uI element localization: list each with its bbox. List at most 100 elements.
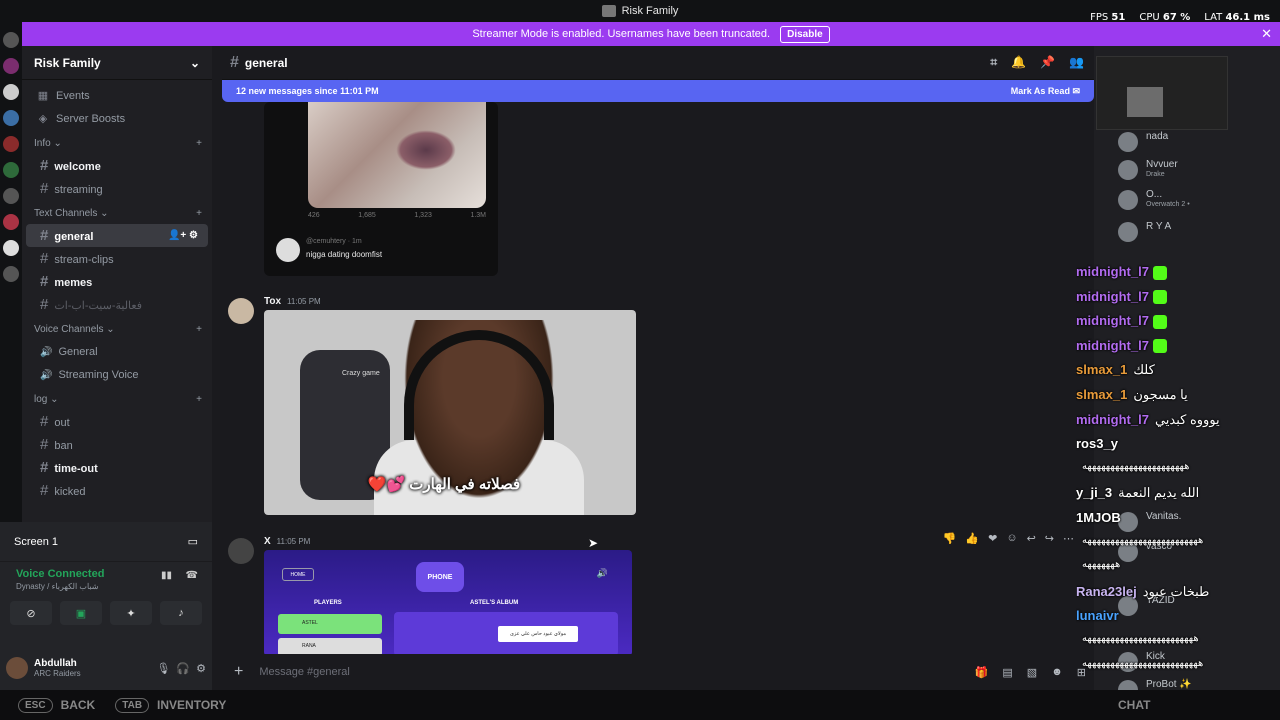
bell-icon[interactable]: 🔔 — [1011, 55, 1026, 70]
stream-chat-line: ههههههههههههههههههههههه — [1076, 461, 1280, 486]
member-item[interactable]: O... Overwatch 2 • — [1118, 186, 1278, 214]
members-icon[interactable]: 👥 — [1069, 55, 1084, 70]
category-voice-channels[interactable]: Voice Channels ⌄ + — [22, 316, 212, 340]
message-author[interactable]: Tox 11:05 PM — [264, 296, 321, 307]
avatar[interactable] — [228, 298, 254, 324]
category-text-channels[interactable]: Text Channels ⌄ + — [22, 200, 212, 224]
reply-icon[interactable]: ↩ — [1027, 532, 1036, 545]
image-attachment[interactable]: HOME PHONE 🔊 PLAYERS ASTEL'S ALBUM ASTEL… — [264, 550, 632, 654]
headphones-icon[interactable]: 🎧 — [176, 662, 190, 675]
sidebar-channel[interactable]: # kicked — [26, 479, 208, 502]
server-header[interactable]: Risk Family ⌄ — [22, 46, 212, 80]
server-icon[interactable] — [3, 188, 19, 204]
sidebar-channel[interactable]: # ban — [26, 433, 208, 456]
sidebar-channel[interactable]: 🔊 General — [26, 340, 208, 363]
sidebar-channel[interactable]: # general 👤+ ⚙ — [26, 224, 208, 247]
sidebar-channel[interactable]: # streaming — [26, 177, 208, 200]
avatar — [1118, 190, 1138, 210]
avatar[interactable] — [228, 538, 254, 564]
sidebar-channel[interactable]: # memes — [26, 270, 208, 293]
sidebar-channel[interactable]: # فعالية-سيت-اب-ات — [26, 293, 208, 316]
sidebar-channel[interactable]: 🔊 Streaming Voice — [26, 363, 208, 386]
hash-icon: # — [40, 296, 49, 313]
forward-icon[interactable]: ↪ — [1045, 532, 1054, 545]
pin-icon[interactable]: 📌 — [1040, 55, 1055, 70]
game-hud: ESC BACK TAB INVENTORY CHAT — [0, 690, 1280, 720]
stream-chat-line: slmax_1 كلك — [1076, 362, 1280, 387]
server-icon[interactable] — [3, 240, 19, 256]
back-label: BACK — [60, 698, 96, 712]
close-icon[interactable]: ✕ — [1261, 26, 1272, 42]
plus-icon[interactable]: + — [234, 663, 243, 681]
tweet-embed[interactable]: 426 1,685 1,323 1.3M @cemuhtery · 1m nig… — [264, 102, 498, 276]
new-messages-bar[interactable]: 12 new messages since 11:01 PM Mark As R… — [222, 80, 1094, 102]
sidebar-channel[interactable]: # time-out — [26, 456, 208, 479]
sidebar-channel[interactable]: # stream-clips — [26, 247, 208, 270]
voice-channel-sub[interactable]: Dynasty / شباب الكهرباء — [16, 582, 196, 591]
emoji-icon[interactable]: ☻ — [1051, 666, 1063, 679]
video-attachment[interactable]: Crazy game فصلاته في الهارت 💕❤️ — [264, 310, 636, 515]
chat-username: lunaivr — [1076, 608, 1119, 624]
sticker-icon[interactable]: ▧ — [1027, 666, 1037, 679]
camera-off-button[interactable]: ⊘ — [10, 601, 52, 625]
gif-icon[interactable]: ▤ — [1002, 666, 1012, 679]
mark-as-read-button[interactable]: Mark As Read ✉ — [1011, 86, 1080, 97]
threads-icon[interactable]: ⌗ — [990, 55, 997, 70]
gear-icon[interactable]: ⚙ — [196, 662, 206, 675]
category-info[interactable]: Info ⌄ + — [22, 130, 212, 154]
server-icon[interactable] — [3, 266, 19, 282]
server-icon[interactable] — [3, 162, 19, 178]
message-author[interactable]: X 11:05 PM — [264, 536, 310, 547]
disable-streamer-mode-button[interactable]: Disable — [780, 25, 830, 43]
author-name[interactable]: Tox — [264, 296, 281, 307]
thumbs-up-icon[interactable]: 👍 — [965, 532, 979, 545]
gear-icon[interactable]: ⚙ — [189, 230, 198, 241]
activities-button[interactable]: ✦ — [110, 601, 152, 625]
chat-message: الله يديم النعمة — [1118, 485, 1200, 501]
server-icon[interactable] — [3, 32, 19, 48]
microphone-icon[interactable]: 🎙 — [156, 662, 170, 675]
disconnect-icon[interactable]: ☎ — [186, 570, 198, 581]
server-icon[interactable] — [3, 214, 19, 230]
mark-as-read-label: Mark As Read — [1010, 85, 1070, 96]
member-item[interactable]: Nvvuer Drake — [1118, 156, 1278, 184]
signal-icon[interactable]: ▮▮ — [161, 570, 172, 581]
picture-in-picture[interactable] — [1096, 56, 1228, 130]
stream-chat-line: Rana23lej طبخات عبود — [1076, 584, 1280, 609]
member-item[interactable]: R Y A — [1118, 218, 1278, 246]
server-icon[interactable] — [3, 58, 19, 74]
stream-chat-line: ros3_y — [1076, 436, 1280, 461]
add-reaction-icon[interactable]: ☺ — [1006, 532, 1017, 545]
category-log[interactable]: log ⌄ + — [22, 386, 212, 410]
plus-icon[interactable]: + — [196, 208, 202, 219]
server-icon[interactable] — [3, 136, 19, 152]
user-panel: Screen 1 ▭ Voice Connected Dynasty / شبا… — [0, 522, 212, 690]
screen-share-row[interactable]: Screen 1 ▭ — [0, 522, 212, 562]
plus-icon[interactable]: + — [196, 324, 202, 335]
screen-share-icon[interactable]: ▭ — [188, 535, 198, 548]
channel-name: فعالية-سيت-اب-ات — [54, 300, 142, 312]
plus-icon[interactable]: + — [196, 394, 202, 405]
chat-username: midnight_l7 — [1076, 411, 1149, 427]
avatar[interactable] — [6, 657, 28, 679]
more-icon[interactable]: ⋯ — [1063, 532, 1074, 545]
invite-icon[interactable]: 👤+ — [168, 230, 189, 241]
message-input[interactable]: Message #general — [259, 666, 1082, 678]
server-icon[interactable] — [3, 110, 19, 126]
tweet-image[interactable] — [308, 102, 486, 208]
gift-icon[interactable]: 🎁 — [975, 666, 989, 679]
stream-chat-line: midnight_l7 — [1076, 264, 1280, 289]
nav-server-boosts[interactable]: ◈ Server Boosts — [22, 107, 212, 130]
stream-chat-line: midnight_l7 — [1076, 289, 1280, 314]
author-name[interactable]: X — [264, 536, 271, 547]
plus-icon[interactable]: + — [196, 138, 202, 149]
server-icon[interactable] — [3, 84, 19, 100]
sidebar-channel[interactable]: # welcome — [26, 154, 208, 177]
soundboard-button[interactable]: ♪ — [160, 601, 202, 625]
thumbs-down-icon[interactable]: 👎 — [943, 532, 957, 545]
member-item[interactable]: nada — [1118, 128, 1278, 156]
heart-icon[interactable]: ❤ — [988, 532, 997, 545]
nav-events[interactable]: ▦ Events — [22, 84, 212, 107]
screen-share-button[interactable]: ▣ — [60, 601, 102, 625]
sidebar-channel[interactable]: # out — [26, 410, 208, 433]
